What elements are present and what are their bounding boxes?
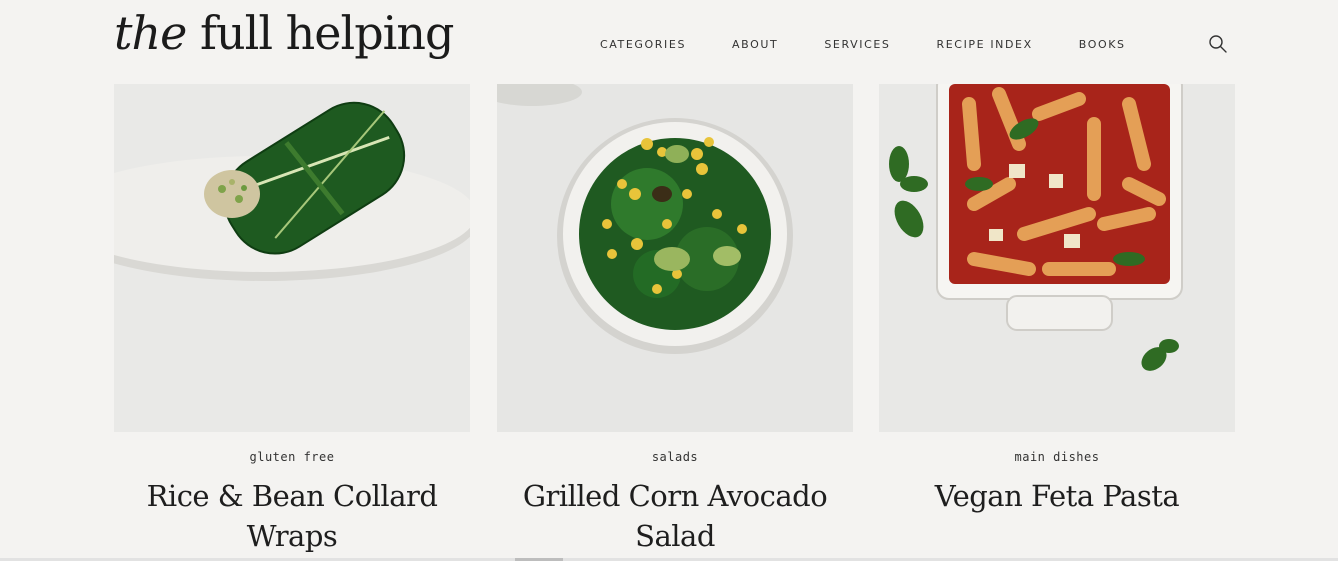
nav-books[interactable]: BOOKS bbox=[1079, 38, 1126, 51]
recipe-image-feta-pasta[interactable] bbox=[879, 84, 1235, 432]
site-header: the full helping CATEGORIES ABOUT SERVIC… bbox=[0, 0, 1338, 84]
recipe-title[interactable]: Rice & Bean Collard Wraps bbox=[114, 476, 470, 556]
search-icon[interactable] bbox=[1208, 34, 1228, 54]
nav-categories[interactable]: CATEGORIES bbox=[600, 38, 686, 51]
nav-recipe-index[interactable]: RECIPE INDEX bbox=[937, 38, 1033, 51]
recipe-card: main dishes Vegan Feta Pasta bbox=[879, 84, 1235, 516]
recipe-category[interactable]: main dishes bbox=[879, 450, 1235, 464]
nav-about[interactable]: ABOUT bbox=[732, 38, 778, 51]
recipe-category[interactable]: gluten free bbox=[114, 450, 470, 464]
nav-services[interactable]: SERVICES bbox=[824, 38, 890, 51]
recipe-image-collard-wraps[interactable] bbox=[114, 84, 470, 432]
recipe-title[interactable]: Vegan Feta Pasta bbox=[879, 476, 1235, 516]
recipe-card: salads Grilled Corn Avocado Salad bbox=[497, 84, 853, 556]
recipe-card: gluten free Rice & Bean Collard Wraps bbox=[114, 84, 470, 556]
recipe-image-corn-salad[interactable] bbox=[497, 84, 853, 432]
site-logo[interactable]: the full helping bbox=[114, 6, 455, 61]
recipe-category[interactable]: salads bbox=[497, 450, 853, 464]
main-nav: CATEGORIES ABOUT SERVICES RECIPE INDEX B… bbox=[600, 30, 1126, 58]
logo-word-the: the bbox=[114, 6, 187, 60]
recipe-title[interactable]: Grilled Corn Avocado Salad bbox=[497, 476, 853, 556]
logo-word-full-helping: full helping bbox=[186, 6, 455, 60]
